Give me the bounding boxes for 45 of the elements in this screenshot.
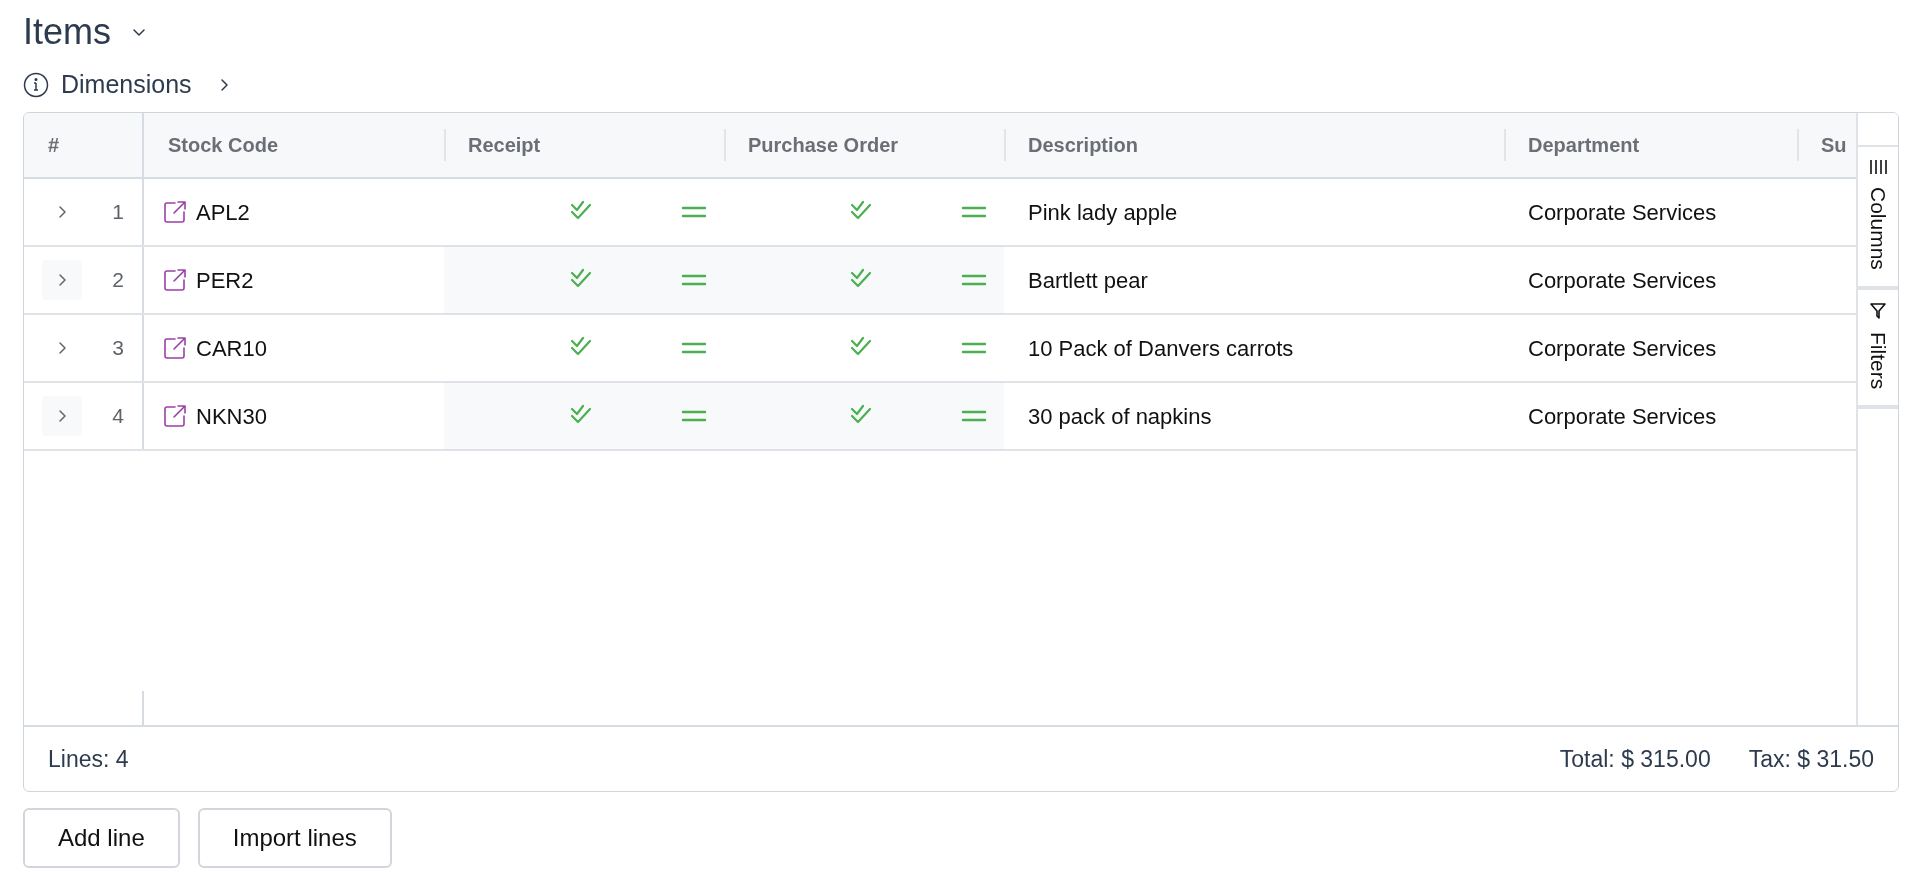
department-text: Corporate Services <box>1528 266 1717 295</box>
stock-code[interactable]: NKN30 <box>196 399 267 433</box>
row-number: 1 <box>112 199 124 226</box>
stock-code[interactable]: PER2 <box>196 263 254 297</box>
department-text: Corporate Services <box>1528 334 1717 363</box>
description-text: 30 pack of napkins <box>1028 402 1212 431</box>
stock-code[interactable]: APL2 <box>196 195 250 229</box>
department-text: Corporate Services <box>1528 402 1717 431</box>
equals-icon <box>961 341 987 355</box>
equals-icon <box>961 409 987 423</box>
info-icon <box>23 72 49 98</box>
description-text: Bartlett pear <box>1028 266 1148 295</box>
columns-icon <box>1869 159 1887 175</box>
stock-code[interactable]: CAR10 <box>196 331 267 365</box>
external-link-icon[interactable] <box>162 403 188 429</box>
equals-icon <box>681 205 707 219</box>
column-header[interactable]: Description <box>1004 130 1139 160</box>
action-button[interactable]: Import lines <box>197 808 392 868</box>
row-number: 3 <box>112 335 124 362</box>
section-title: Items <box>23 10 111 54</box>
tax-amount: Tax: $ 31.50 <box>1748 744 1874 774</box>
total-amount: Total: $ 315.00 <box>1559 744 1711 774</box>
external-link-icon[interactable] <box>162 335 188 361</box>
equals-icon <box>681 409 707 423</box>
line-count: Lines: 4 <box>48 744 129 774</box>
equals-icon <box>681 273 707 287</box>
column-header[interactable]: Su <box>1797 130 1847 160</box>
row-number: 2 <box>112 267 124 294</box>
column-header[interactable]: Stock Code <box>144 130 279 160</box>
equals-icon <box>961 205 987 219</box>
column-header[interactable]: Receipt <box>444 130 541 160</box>
dimensions-link[interactable]: Dimensions <box>61 66 192 104</box>
filter-icon <box>1869 301 1887 320</box>
external-link-icon[interactable] <box>162 199 188 225</box>
column-header[interactable]: # <box>24 130 60 160</box>
column-header[interactable]: Purchase Order <box>724 130 899 160</box>
external-link-icon[interactable] <box>162 267 188 293</box>
description-text: 10 Pack of Danvers carrots <box>1028 334 1294 363</box>
action-button[interactable]: Add line <box>23 808 180 868</box>
equals-icon <box>961 273 987 287</box>
column-header[interactable]: Department <box>1504 130 1640 160</box>
equals-icon <box>681 341 707 355</box>
description-text: Pink lady apple <box>1028 198 1178 227</box>
department-text: Corporate Services <box>1528 198 1717 227</box>
row-number: 4 <box>112 403 124 430</box>
